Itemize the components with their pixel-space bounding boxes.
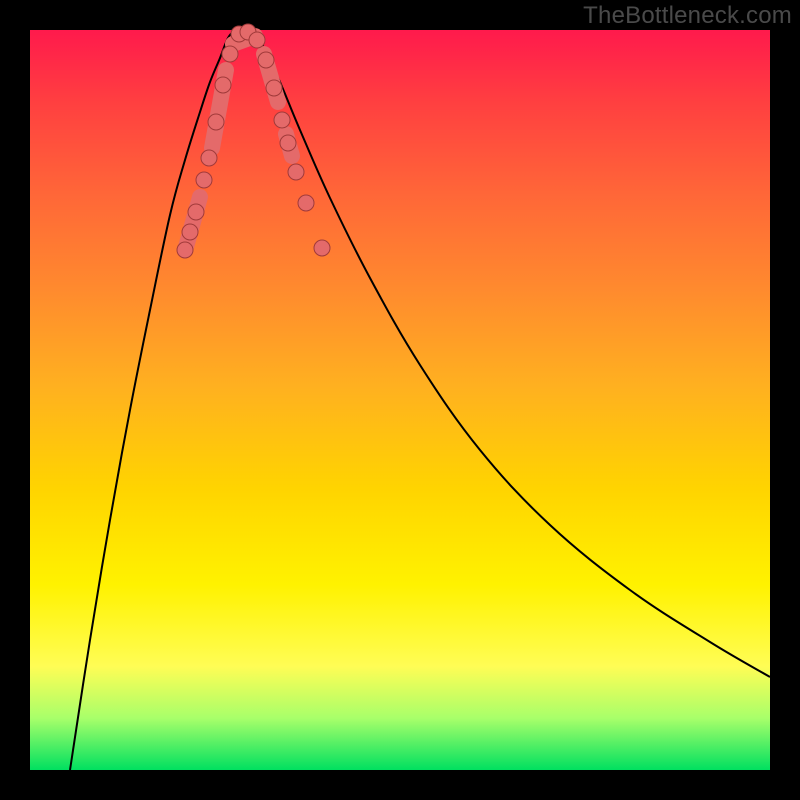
marker-dot [274,112,290,128]
marker-dot [182,224,198,240]
watermark-text: TheBottleneck.com [583,2,792,30]
bottleneck-curve-chart [30,30,770,770]
marker-dot [201,150,217,166]
marker-dot [280,135,296,151]
marker-dot [196,172,212,188]
curve-right-branch [255,30,770,677]
marker-dot [249,32,265,48]
marker-dot [177,242,193,258]
marker-dot [314,240,330,256]
marker-dot [298,195,314,211]
marker-dot [208,114,224,130]
marker-dot [266,80,282,96]
marker-dot [188,204,204,220]
marker-dot [258,52,274,68]
marker-dot [288,164,304,180]
marker-dot [222,46,238,62]
marker-dot [215,77,231,93]
